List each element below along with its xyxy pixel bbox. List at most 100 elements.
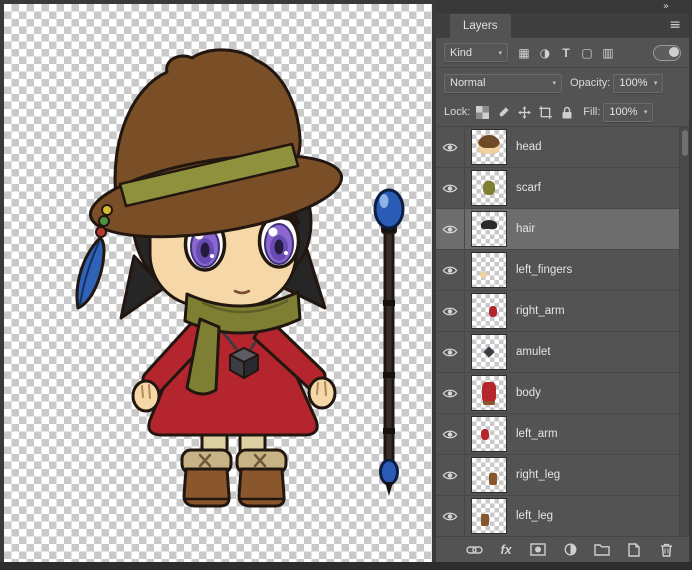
eye-icon <box>442 348 458 356</box>
chevron-down-icon: ▾ <box>643 108 648 116</box>
tab-layers[interactable]: Layers <box>450 14 511 38</box>
visibility-toggle[interactable] <box>436 496 465 536</box>
layer-mask-icon[interactable] <box>529 542 547 558</box>
panel-collapse-bar: » <box>436 0 689 13</box>
visibility-toggle[interactable] <box>436 414 465 454</box>
panel-tab-row: Layers ≡ <box>436 13 689 38</box>
collapse-panel-icon[interactable]: » <box>663 1 669 12</box>
eye-icon <box>442 307 458 315</box>
visibility-toggle[interactable] <box>436 373 465 413</box>
scrollbar-thumb[interactable] <box>682 130 688 156</box>
visibility-toggle[interactable] <box>436 455 465 495</box>
layer-row-head[interactable]: head <box>436 127 689 168</box>
new-layer-icon[interactable] <box>625 542 643 558</box>
eye-icon <box>442 143 458 151</box>
visibility-toggle[interactable] <box>436 250 465 290</box>
pixel-filter-icon[interactable]: ▦ <box>514 43 534 63</box>
layer-name: right_leg <box>516 469 561 481</box>
smart-object-filter-icon[interactable]: ▥ <box>598 43 618 63</box>
fill-amount: 100% <box>609 106 638 118</box>
staff-artwork <box>373 188 405 496</box>
visibility-toggle[interactable] <box>436 291 465 331</box>
visibility-toggle[interactable] <box>436 168 465 208</box>
layer-thumbnail[interactable] <box>472 130 506 164</box>
layer-row-right-arm[interactable]: right_arm <box>436 291 689 332</box>
layer-name: head <box>516 141 542 153</box>
document-canvas[interactable] <box>4 4 432 562</box>
lock-all-icon[interactable] <box>558 103 575 121</box>
layer-thumbnail[interactable] <box>472 294 506 328</box>
blend-mode-value: Normal <box>450 77 486 89</box>
layer-row-left-fingers[interactable]: left_fingers <box>436 250 689 291</box>
eye-icon <box>442 512 458 520</box>
filter-toggle[interactable] <box>653 44 681 61</box>
new-group-icon[interactable] <box>593 542 611 558</box>
fill-label: Fill: <box>583 106 601 118</box>
layer-name: body <box>516 387 541 399</box>
opacity-value[interactable]: 100% ▾ <box>613 73 664 93</box>
layer-thumbnail[interactable] <box>472 253 506 287</box>
layer-thumbnail[interactable] <box>472 171 506 205</box>
layer-thumbnail[interactable] <box>472 417 506 451</box>
chevron-down-icon: ▾ <box>498 48 502 57</box>
photoshop-window: » Layers ≡ Kind ▾ ▦ ◑ T ▢ ▥ Normal ▾ Opa… <box>0 0 692 570</box>
layer-row-amulet[interactable]: amulet <box>436 332 689 373</box>
eye-icon <box>442 184 458 192</box>
panel-menu-icon[interactable]: ≡ <box>669 18 681 32</box>
layer-name: amulet <box>516 346 551 358</box>
layer-filter-row: Kind ▾ ▦ ◑ T ▢ ▥ <box>436 38 689 68</box>
opacity-label: Opacity: <box>570 77 611 89</box>
window-bottom-edge <box>0 562 692 570</box>
layer-name: left_arm <box>516 428 558 440</box>
character-artwork <box>75 48 405 508</box>
visibility-toggle[interactable] <box>436 332 465 372</box>
layer-thumbnail[interactable] <box>472 376 506 410</box>
kind-dropdown[interactable]: Kind ▾ <box>444 43 508 62</box>
layer-row-left-arm[interactable]: left_arm <box>436 414 689 455</box>
lock-buttons <box>474 103 575 121</box>
layer-effects-icon[interactable]: fx <box>497 542 515 558</box>
layer-thumbnail[interactable] <box>472 499 506 533</box>
visibility-toggle[interactable] <box>436 127 465 167</box>
chevron-down-icon: ▾ <box>552 79 556 87</box>
blend-row: Normal ▾ Opacity: 100% ▾ <box>436 68 689 98</box>
eye-icon <box>442 430 458 438</box>
type-filter-icon[interactable]: T <box>556 43 576 63</box>
link-layers-icon[interactable] <box>465 542 483 558</box>
adjustment-filter-icon[interactable]: ◑ <box>535 43 555 63</box>
layer-name: left_leg <box>516 510 554 522</box>
eye-icon <box>442 471 458 479</box>
layer-list-scrollbar[interactable] <box>679 127 689 536</box>
eye-icon <box>442 389 458 397</box>
layer-name: scarf <box>516 182 541 194</box>
eye-icon <box>442 225 458 233</box>
layer-name: right_arm <box>516 305 565 317</box>
blend-mode-dropdown[interactable]: Normal ▾ <box>444 73 562 93</box>
layer-list: head scarf hair left_fingers right_arm a… <box>436 127 689 536</box>
adjustment-layer-icon[interactable] <box>561 542 579 558</box>
layer-row-body[interactable]: body <box>436 373 689 414</box>
layer-row-right-leg[interactable]: right_leg <box>436 455 689 496</box>
opacity-amount: 100% <box>619 77 648 89</box>
layers-panel: » Layers ≡ Kind ▾ ▦ ◑ T ▢ ▥ Normal ▾ Opa… <box>436 0 692 562</box>
lock-image-pixels-icon[interactable] <box>495 103 512 121</box>
lock-row: Lock: Fill: 100% ▾ <box>436 98 689 127</box>
panel-bottom-bar: fx <box>436 536 689 562</box>
lock-transparent-pixels-icon[interactable] <box>474 103 491 121</box>
filter-buttons: ▦ ◑ T ▢ ▥ <box>514 43 618 63</box>
layer-row-scarf[interactable]: scarf <box>436 168 689 209</box>
layer-thumbnail[interactable] <box>472 212 506 246</box>
delete-layer-icon[interactable] <box>657 542 675 558</box>
shape-filter-icon[interactable]: ▢ <box>577 43 597 63</box>
layer-row-left-leg[interactable]: left_leg <box>436 496 689 536</box>
layer-thumbnail[interactable] <box>472 458 506 492</box>
layer-row-hair[interactable]: hair <box>436 209 689 250</box>
layer-name: hair <box>516 223 536 235</box>
fill-value[interactable]: 100% ▾ <box>603 102 654 122</box>
visibility-toggle[interactable] <box>436 209 465 249</box>
layer-thumbnail[interactable] <box>472 335 506 369</box>
layer-name: left_fingers <box>516 264 573 276</box>
lock-artboard-icon[interactable] <box>537 103 554 121</box>
lock-position-icon[interactable] <box>516 103 533 121</box>
eye-icon <box>442 266 458 274</box>
